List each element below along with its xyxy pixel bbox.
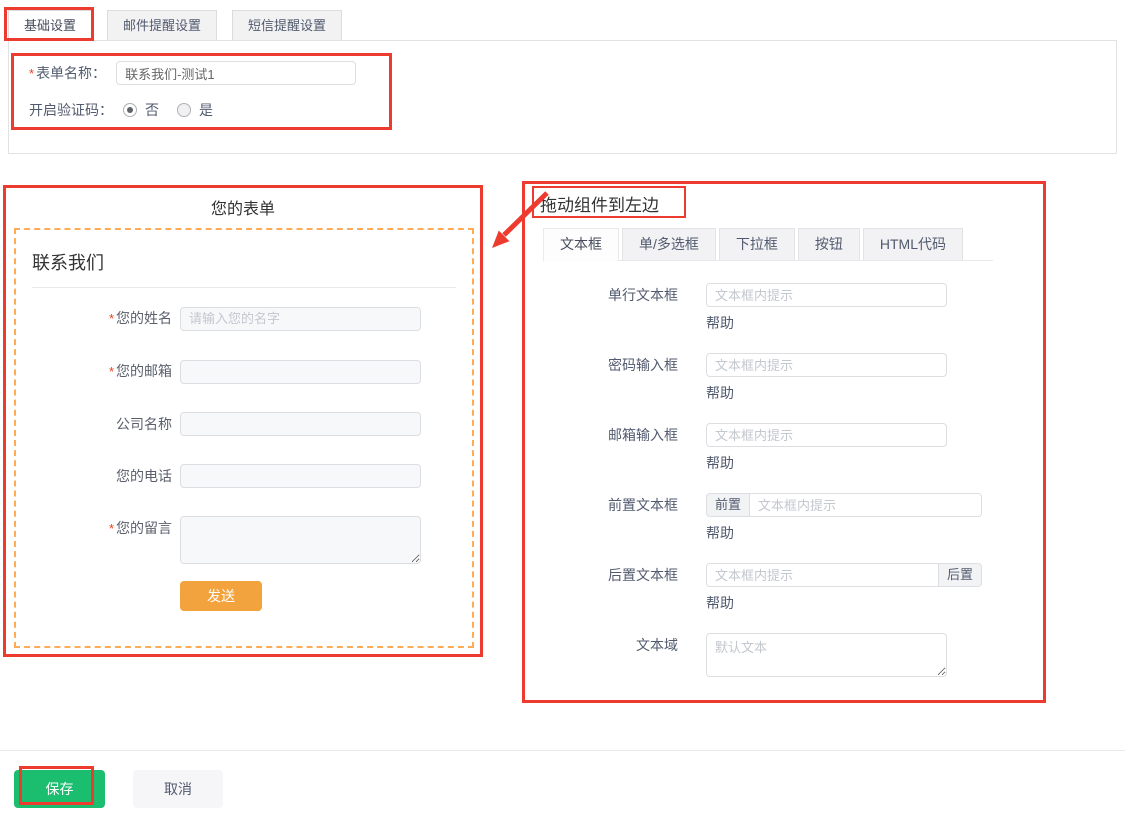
component-panel-title: 拖动组件到左边 xyxy=(540,191,659,216)
form-name-label: 表单名称： xyxy=(36,63,106,83)
required-asterisk: * xyxy=(29,66,34,81)
email-input-box[interactable] xyxy=(706,423,947,447)
form-name-row: * 表单名称： xyxy=(29,61,356,85)
captcha-label: 开启验证码： xyxy=(29,100,113,120)
tab-basic-settings[interactable]: 基础设置 xyxy=(8,10,92,41)
captcha-radio-no-label[interactable]: 否 xyxy=(145,100,159,120)
field-label-text: 公司名称 xyxy=(116,416,172,432)
preview-name-input[interactable] xyxy=(180,307,421,331)
component-help-text: 帮助 xyxy=(706,385,1058,402)
component-row-email[interactable]: 邮箱输入框 xyxy=(538,423,1058,447)
field-label: *您的姓名 xyxy=(32,306,172,331)
required-asterisk: * xyxy=(109,364,114,379)
preview-panel-title: 您的表单 xyxy=(3,195,483,219)
component-help-text: 帮助 xyxy=(706,455,1058,472)
textarea-component[interactable] xyxy=(706,633,947,677)
preview-fields: *您的姓名 *您的邮箱 公司名称 您的电话 *您的留言 发送 xyxy=(32,306,456,611)
captcha-radio-no[interactable] xyxy=(123,103,137,117)
basic-settings-panel: * 表单名称： 开启验证码： 否 是 xyxy=(8,40,1117,154)
field-label: *您的邮箱 xyxy=(32,359,172,384)
preview-field-row: *您的姓名 xyxy=(32,306,456,331)
component-list: 单行文本框 帮助 密码输入框 帮助 邮箱输入框 帮助 前置文本框 前置 帮助 后… xyxy=(538,283,1058,677)
suffix-addon: 后置 xyxy=(939,563,982,587)
suffix-textbox-group: 后置 xyxy=(706,563,982,587)
tab-html-code[interactable]: HTML代码 xyxy=(863,228,963,260)
component-row-single-line[interactable]: 单行文本框 xyxy=(538,283,1058,307)
component-row-password[interactable]: 密码输入框 xyxy=(538,353,1058,377)
field-label-text: 您的电话 xyxy=(116,468,172,484)
component-help-text: 帮助 xyxy=(706,525,1058,542)
component-help-text: 帮助 xyxy=(706,595,1058,612)
cancel-button[interactable]: 取消 xyxy=(133,770,223,808)
save-button[interactable]: 保存 xyxy=(14,770,105,808)
preview-field-row: 公司名称 xyxy=(32,412,456,436)
form-preview-dropzone[interactable]: 联系我们 *您的姓名 *您的邮箱 公司名称 您的电话 *您的留言 xyxy=(14,228,474,648)
form-builder-page: 基础设置 邮件提醒设置 短信提醒设置 * 表单名称： 开启验证码： 否 是 您的… xyxy=(0,0,1125,813)
field-label: 您的电话 xyxy=(32,464,172,488)
field-label-text: 您的留言 xyxy=(116,520,172,536)
field-label: *您的留言 xyxy=(32,516,172,541)
tab-button[interactable]: 按钮 xyxy=(798,228,860,260)
tab-email-reminder-settings[interactable]: 邮件提醒设置 xyxy=(107,10,217,40)
password-input-box[interactable] xyxy=(706,353,947,377)
component-help-text: 帮助 xyxy=(706,315,1058,332)
footer-divider xyxy=(0,750,1125,751)
single-line-textbox-input[interactable] xyxy=(706,283,947,307)
component-label: 邮箱输入框 xyxy=(538,423,706,447)
component-row-textarea[interactable]: 文本域 xyxy=(538,633,1058,677)
required-asterisk: * xyxy=(109,311,114,326)
tab-checkbox-radio[interactable]: 单/多选框 xyxy=(622,228,716,260)
prefix-textbox-input[interactable] xyxy=(749,493,982,517)
form-name-input[interactable] xyxy=(116,61,356,85)
tab-dropdown[interactable]: 下拉框 xyxy=(719,228,795,260)
component-tab-bar: 文本框 单/多选框 下拉框 按钮 HTML代码 xyxy=(543,228,963,261)
preview-field-row: 您的电话 xyxy=(32,464,456,488)
component-label: 密码输入框 xyxy=(538,353,706,377)
captcha-radio-yes-label[interactable]: 是 xyxy=(199,100,213,120)
component-label: 后置文本框 xyxy=(538,563,706,587)
preview-company-input[interactable] xyxy=(180,412,421,436)
tab-textbox[interactable]: 文本框 xyxy=(543,228,619,261)
send-button[interactable]: 发送 xyxy=(180,581,262,611)
field-label: 公司名称 xyxy=(32,412,172,436)
component-label: 文本域 xyxy=(538,633,706,657)
preview-form-heading: 联系我们 xyxy=(32,249,456,288)
component-row-prefix[interactable]: 前置文本框 前置 xyxy=(538,493,1058,517)
field-label-text: 您的邮箱 xyxy=(116,363,172,379)
component-label: 前置文本框 xyxy=(538,493,706,517)
prefix-textbox-group: 前置 xyxy=(706,493,982,517)
captcha-radio-yes[interactable] xyxy=(177,103,191,117)
tab-sms-reminder-settings[interactable]: 短信提醒设置 xyxy=(232,10,342,40)
preview-phone-input[interactable] xyxy=(180,464,421,488)
settings-tab-bar: 基础设置 邮件提醒设置 短信提醒设置 xyxy=(8,10,342,41)
prefix-addon: 前置 xyxy=(706,493,749,517)
component-label: 单行文本框 xyxy=(538,283,706,307)
captcha-row: 开启验证码： 否 是 xyxy=(29,100,231,120)
component-row-suffix[interactable]: 后置文本框 后置 xyxy=(538,563,1058,587)
suffix-textbox-input[interactable] xyxy=(706,563,939,587)
send-row: 发送 xyxy=(180,581,456,611)
preview-email-input[interactable] xyxy=(180,360,421,384)
required-asterisk: * xyxy=(109,521,114,536)
field-label-text: 您的姓名 xyxy=(116,310,172,326)
preview-field-row: *您的留言 xyxy=(32,516,456,564)
preview-message-textarea[interactable] xyxy=(180,516,421,564)
preview-field-row: *您的邮箱 xyxy=(32,359,456,384)
